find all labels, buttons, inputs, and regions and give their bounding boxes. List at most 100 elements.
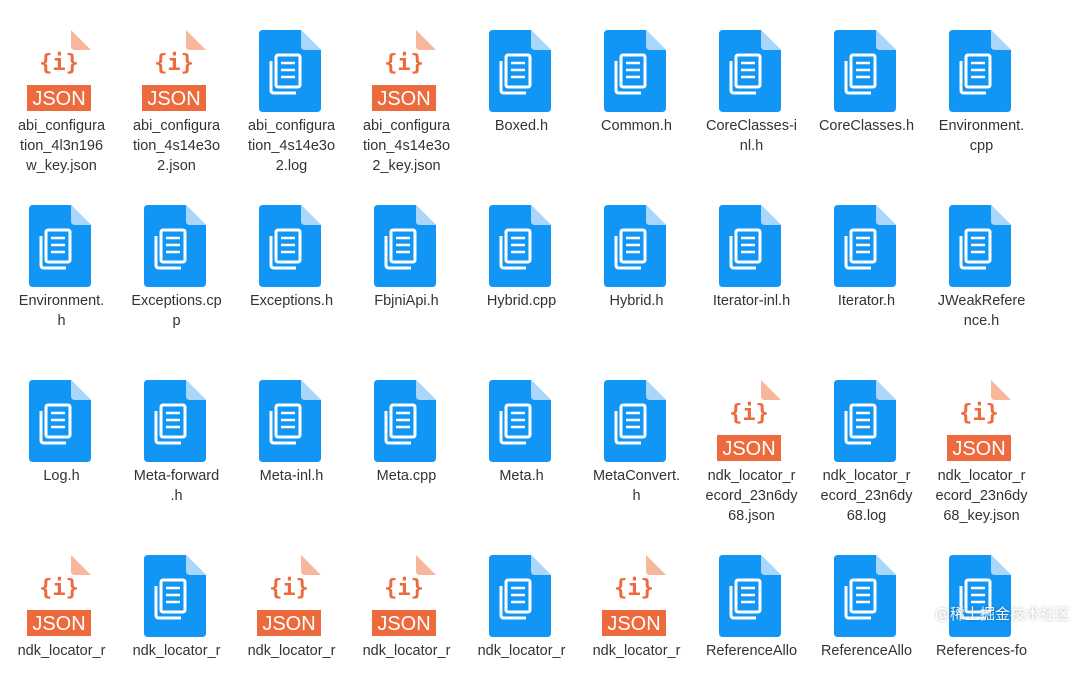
file-name-line: 68_key.json [943, 508, 1020, 524]
file-item[interactable]: ndk_locator_r [464, 525, 579, 695]
file-name-line: FbjniApi.h [374, 293, 439, 309]
file-item[interactable]: CoreClasses-i nl.h [694, 0, 809, 170]
document-icon [255, 30, 327, 116]
file-item[interactable]: {i} JSON ndk_locator_r [579, 525, 694, 695]
file-name-line: ndk_locator_r [362, 643, 451, 659]
file-name-line: CoreClasses-i [705, 118, 798, 134]
json-badge-text: JSON [32, 88, 85, 110]
file-name-line: Iterator.h [837, 293, 896, 309]
file-name-line: Boxed.h [494, 118, 549, 134]
file-name-line: MetaConvert. [592, 468, 681, 484]
file-name-line: Exceptions.h [249, 293, 334, 309]
document-icon [485, 205, 557, 291]
document-icon [370, 205, 442, 291]
document-icon [140, 380, 212, 466]
json-badge-text: JSON [952, 438, 1005, 460]
file-item[interactable]: {i} JSON ndk_locator_r [4, 525, 119, 695]
json-brace-text: {i} [269, 576, 309, 601]
file-item[interactable]: Iterator-inl.h [694, 175, 809, 345]
file-name-line: p [172, 313, 181, 329]
file-name-label: abi_configura tion_4s14e3o 2_key.json [351, 116, 462, 176]
document-icon [485, 555, 557, 641]
json-file-icon: {i} JSON [255, 555, 327, 641]
file-name-line: ReferenceAllo [705, 643, 798, 659]
file-name-label: abi_configura tion_4l3n196 w_key.json [6, 116, 117, 176]
file-name-line: tion_4s14e3o [362, 138, 451, 154]
file-name-line: h [57, 313, 66, 329]
file-name-line: cpp [969, 138, 994, 154]
document-icon [830, 205, 902, 291]
file-item[interactable]: Meta-forward .h [119, 350, 234, 520]
file-name-line: ecord_23n6dy [935, 488, 1028, 504]
file-item[interactable]: Log.h [4, 350, 119, 520]
file-item[interactable]: Hybrid.h [579, 175, 694, 345]
document-icon [715, 555, 787, 641]
file-item[interactable]: {i} JSON abi_configura tion_4l3n196 w_key.j… [4, 0, 119, 174]
file-name-line: tion_4s14e3o [132, 138, 221, 154]
document-icon [140, 555, 212, 641]
file-name-label: MetaConvert. h [581, 466, 692, 506]
file-item[interactable]: Meta-inl.h [234, 350, 349, 520]
file-item[interactable]: {i} JSON abi_configura tion_4s14e3o 2.json [119, 0, 234, 174]
file-item[interactable]: Meta.h [464, 350, 579, 520]
file-item[interactable]: abi_configura tion_4s14e3o 2.log [234, 0, 349, 174]
document-icon [830, 30, 902, 116]
file-name-line: ndk_locator_r [247, 643, 336, 659]
file-item[interactable]: MetaConvert. h [579, 350, 694, 520]
file-item[interactable]: Environment. h [4, 175, 119, 345]
file-name-line: Meta-inl.h [259, 468, 324, 484]
file-name-line: Meta-forward [133, 468, 220, 484]
file-name-line: abi_configura [132, 118, 221, 134]
file-item[interactable]: Exceptions.cp p [119, 175, 234, 345]
file-name-label: Exceptions.h [236, 291, 347, 311]
json-file-icon: {i} JSON [25, 555, 97, 641]
file-item[interactable]: ndk_locator_r [119, 525, 234, 695]
file-item[interactable]: Boxed.h [464, 0, 579, 170]
file-name-label: Common.h [581, 116, 692, 136]
json-file-icon: {i} JSON [25, 30, 97, 116]
file-name-line: ndk_locator_r [937, 468, 1026, 484]
file-name-line: h [632, 488, 641, 504]
file-item[interactable]: ReferenceAllo [809, 525, 924, 695]
file-name-line: 2.log [275, 158, 308, 174]
file-item[interactable]: CoreClasses.h [809, 0, 924, 170]
file-name-line: CoreClasses.h [818, 118, 915, 134]
document-icon [715, 205, 787, 291]
file-name-line: JWeakRefere [937, 293, 1026, 309]
file-item[interactable]: {i} JSON ndk_locator_r ecord_23n6dy 68.json [694, 350, 809, 524]
json-brace-text: {i} [614, 576, 654, 601]
file-name-line: Common.h [601, 118, 672, 134]
file-item[interactable]: {i} JSON ndk_locator_r ecord_23n6dy 68_key.… [924, 350, 1039, 524]
json-badge-text: JSON [607, 613, 660, 635]
file-item[interactable]: Exceptions.h [234, 175, 349, 345]
file-item[interactable]: Common.h [579, 0, 694, 170]
document-icon [255, 380, 327, 466]
file-item[interactable]: Hybrid.cpp [464, 175, 579, 345]
file-item[interactable]: ndk_locator_r ecord_23n6dy 68.log [809, 350, 924, 524]
json-badge-text: JSON [377, 613, 430, 635]
file-item[interactable]: {i} JSON abi_configura tion_4s14e3o 2_key.j… [349, 0, 464, 174]
file-name-line: w_key.json [26, 158, 97, 174]
json-badge-text: JSON [377, 88, 430, 110]
file-item[interactable]: JWeakRefere nce.h [924, 175, 1039, 345]
file-name-line: Environment. [938, 118, 1025, 134]
file-item[interactable]: Environment. cpp [924, 0, 1039, 170]
file-item[interactable]: ReferenceAllo [694, 525, 809, 695]
file-item[interactable]: {i} JSON ndk_locator_r [234, 525, 349, 695]
file-name-label: JWeakRefere nce.h [926, 291, 1037, 331]
file-name-label: Meta.cpp [351, 466, 462, 486]
file-item[interactable]: FbjniApi.h [349, 175, 464, 345]
file-name-label: CoreClasses-i nl.h [696, 116, 807, 156]
file-item[interactable]: {i} JSON ndk_locator_r [349, 525, 464, 695]
file-name-label: ReferenceAllo [811, 641, 922, 661]
json-badge-text: JSON [722, 438, 775, 460]
file-name-line: .h [170, 488, 183, 504]
file-name-line: abi_configura [17, 118, 106, 134]
json-brace-text: {i} [39, 576, 79, 601]
json-file-icon: {i} JSON [370, 30, 442, 116]
file-item[interactable]: Iterator.h [809, 175, 924, 345]
file-name-label: ndk_locator_r [6, 641, 117, 661]
file-item[interactable]: Meta.cpp [349, 350, 464, 520]
file-name-label: ndk_locator_r [236, 641, 347, 661]
file-name-label: Iterator-inl.h [696, 291, 807, 311]
